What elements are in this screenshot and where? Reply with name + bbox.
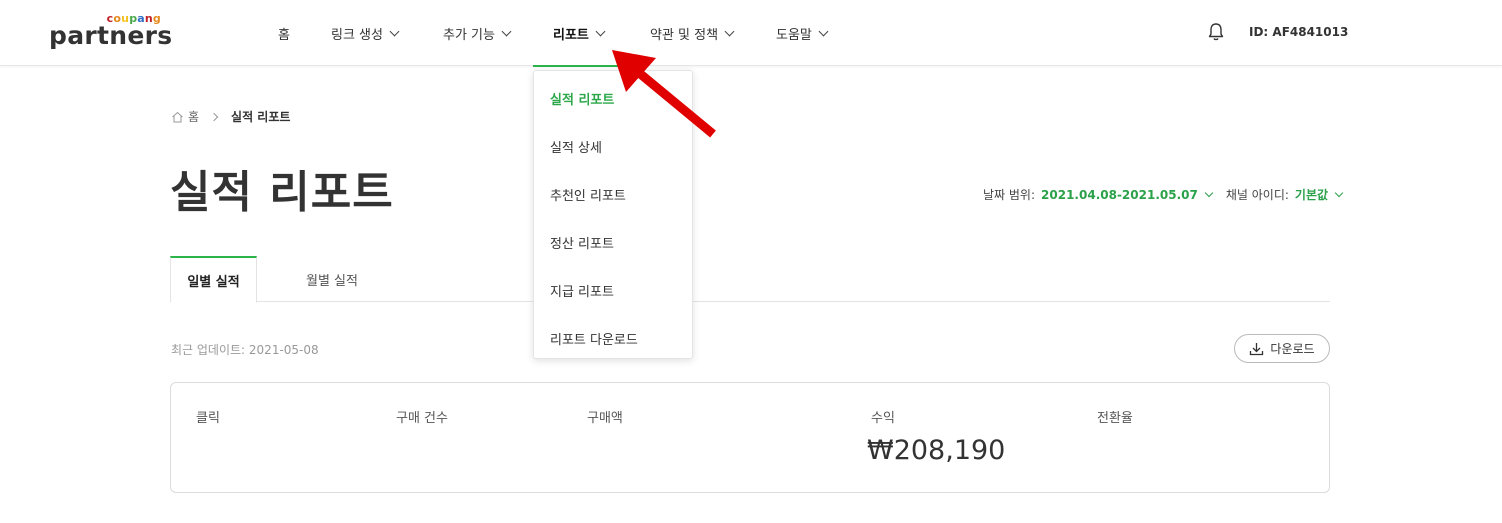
nav-item-label: 홈 [278,27,290,43]
stat-label-clicks: 클릭 [196,411,220,426]
chevron-down-icon [724,26,735,36]
stat-label-revenue: 수익 [871,411,895,426]
nav-item-report[interactable]: 리포트 [533,0,624,67]
menu-item-performance-report[interactable]: 실적 리포트 [550,89,614,108]
home-icon[interactable] [171,111,184,123]
download-button[interactable]: 다운로드 [1234,334,1330,363]
breadcrumb-current: 실적 리포트 [231,110,291,124]
report-dropdown-menu: 실적 리포트 실적 상세 추천인 리포트 정산 리포트 지급 리포트 리포트 다… [533,70,693,359]
date-range-label: 날짜 범위: [983,188,1036,202]
nav-item-label: 링크 생성 [331,27,383,43]
report-filters: 날짜 범위: 2021.04.08-2021.05.07 채널 아이디: 기본값 [983,186,1356,203]
nav-item-label: 리포트 [553,27,589,43]
menu-item-referrer-report[interactable]: 추천인 리포트 [550,185,626,204]
last-updated: 최근 업데이트: 2021-05-08 [171,343,319,357]
user-id[interactable]: ID: AF4841013 [1249,25,1348,39]
nav-item-home[interactable]: 홈 [278,0,290,66]
nav-item-label: 약관 및 정책 [650,27,719,43]
channel-id-label: 채널 아이디: [1225,188,1289,202]
download-button-label: 다운로드 [1270,342,1315,356]
chevron-down-icon[interactable] [1334,188,1344,197]
menu-item-settlement-report[interactable]: 정산 리포트 [550,233,614,252]
chevron-down-icon [389,26,400,36]
date-range-select[interactable]: 2021.04.08-2021.05.07 [1041,188,1198,202]
tab-daily[interactable]: 일별 실적 [170,256,257,303]
stats-card: 클릭 구매 건수 구매액 수익 ₩208,190 전환율 [170,382,1330,493]
tab-monthly[interactable]: 월별 실적 [257,256,407,302]
stat-value-revenue: ₩208,190 [867,435,1006,466]
channel-id-select[interactable]: 기본값 [1295,186,1328,203]
breadcrumb-home[interactable]: 홈 [188,108,199,125]
nav-item-link-create[interactable]: 링크 생성 [331,0,400,66]
stat-label-purchase-amount: 구매액 [587,411,623,426]
page-title: 실적 리포트 [170,167,394,218]
report-tabs: 일별 실적 월별 실적 [170,256,1330,303]
nav-item-extra-features[interactable]: 추가 기능 [443,0,512,66]
chevron-down-icon [818,26,829,36]
chevron-down-icon [595,26,606,36]
logo-partners-text: partners [49,21,173,50]
bell-icon[interactable] [1207,22,1225,42]
top-header: coupang partners 홈 링크 생성 추가 기능 리포트 약관 및 … [0,0,1502,67]
chevron-right-icon [209,112,219,121]
download-icon [1250,342,1264,355]
nav-item-terms-policy[interactable]: 약관 및 정책 [650,0,735,66]
nav-item-help[interactable]: 도움말 [776,0,829,66]
nav-item-label: 추가 기능 [443,27,495,43]
menu-item-payment-report[interactable]: 지급 리포트 [550,281,614,300]
nav-item-label: 도움말 [776,27,812,43]
menu-item-report-download[interactable]: 리포트 다운로드 [550,329,638,348]
breadcrumb: 홈 실적 리포트 [171,108,290,125]
chevron-down-icon [501,26,512,36]
menu-item-performance-detail[interactable]: 실적 상세 [550,137,602,156]
chevron-down-icon[interactable] [1204,188,1214,197]
stat-label-purchase-count: 구매 건수 [396,411,448,426]
stat-label-conversion-rate: 전환율 [1097,411,1133,426]
coupang-partners-logo[interactable]: coupang partners [49,12,172,52]
